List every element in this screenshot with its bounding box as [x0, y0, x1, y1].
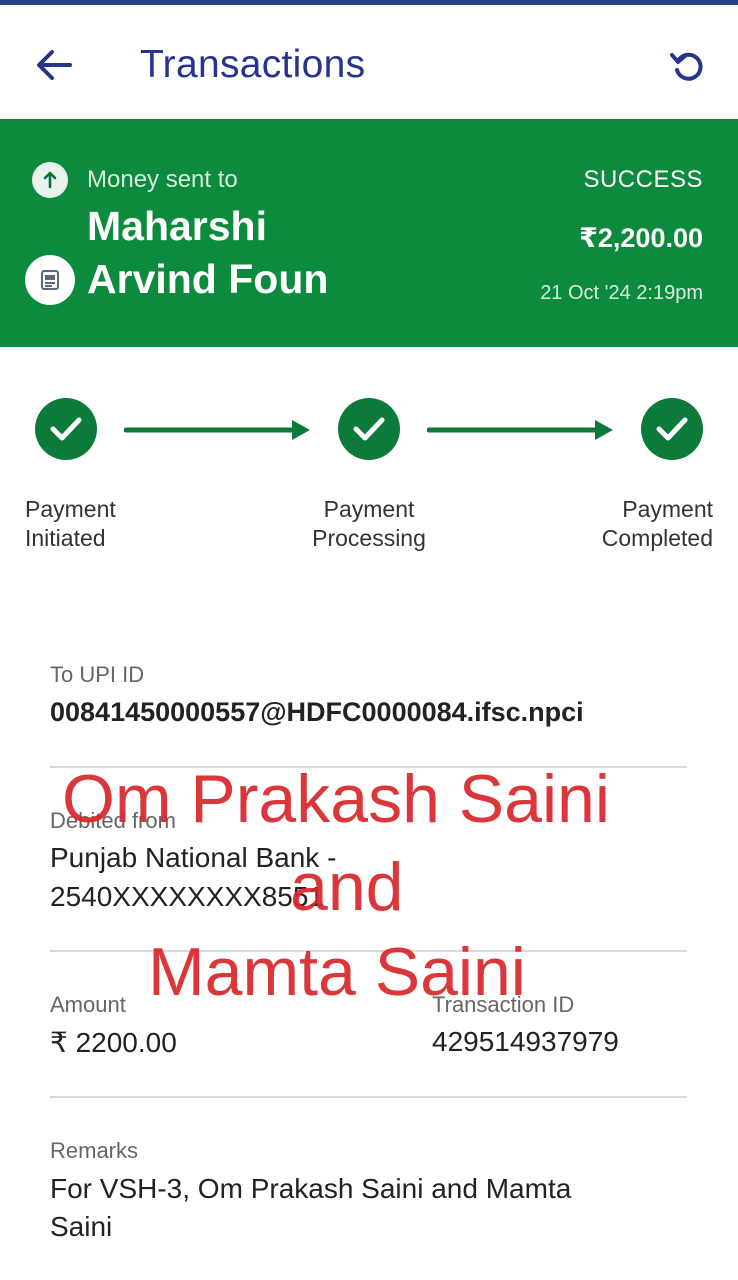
arrow-right-icon	[124, 420, 310, 440]
upi-id-value: 00841450000557@HDFC0000084.ifsc.npci	[50, 697, 584, 727]
step-label-line: Payment	[622, 496, 713, 522]
step-completed-label: Payment Completed	[602, 495, 713, 553]
divider	[50, 1096, 687, 1098]
money-sent-label: Money sent to	[87, 166, 238, 193]
arrow-left-icon	[37, 50, 72, 80]
arrow-right-icon	[427, 420, 613, 440]
remarks-label: Remarks	[50, 1138, 139, 1163]
step-label-line: Payment	[323, 496, 415, 522]
payee-name: Maharshi	[87, 203, 267, 249]
debit-account-number: 2540XXXXXXXX8551	[50, 881, 324, 912]
transaction-id-value: 429514937979	[432, 1026, 619, 1057]
app-header: Transactions	[0, 5, 738, 119]
amount-summary: ₹2,200.00	[579, 223, 703, 253]
step-label-line: Payment	[25, 496, 116, 522]
step-label-line: Completed	[601, 525, 713, 551]
step-processing-check-icon	[338, 398, 400, 460]
upi-id-label: To UPI ID	[50, 662, 145, 687]
overlay-annotation-and: and	[290, 849, 404, 925]
amount-label: Amount	[50, 992, 126, 1017]
overlay-annotation-names: Om Prakash Saini	[62, 761, 610, 837]
back-button[interactable]	[30, 41, 78, 89]
overlay-annotation-name2: Mamta Saini	[148, 934, 526, 1010]
step-label-line: Initiated	[25, 525, 106, 551]
refresh-icon	[670, 52, 703, 81]
transaction-summary-banner: Money sent to Maharshi Arvind Foun SUCCE…	[0, 119, 738, 347]
step-completed-check-icon	[641, 398, 703, 460]
step-initiated-check-icon	[35, 398, 97, 460]
amount-value: ₹ 2200.00	[50, 1027, 177, 1058]
step-label-line: Processing	[312, 525, 426, 551]
step-processing-label: Payment Processing	[300, 495, 438, 553]
refresh-button[interactable]	[664, 41, 712, 89]
status-badge: SUCCESS	[583, 166, 703, 193]
transaction-datetime: 21 Oct '24 2:19pm	[540, 282, 703, 304]
payee-name-continued: Arvind Foun	[87, 256, 329, 302]
remarks-value: For VSH-3, Om Prakash Saini and Mamta	[50, 1173, 572, 1204]
page-title: Transactions	[140, 43, 366, 86]
step-initiated-label: Payment Initiated	[25, 495, 116, 553]
remarks-value-continued: Saini	[50, 1211, 113, 1242]
sent-arrow-icon	[32, 162, 68, 198]
merchant-icon	[25, 255, 75, 305]
